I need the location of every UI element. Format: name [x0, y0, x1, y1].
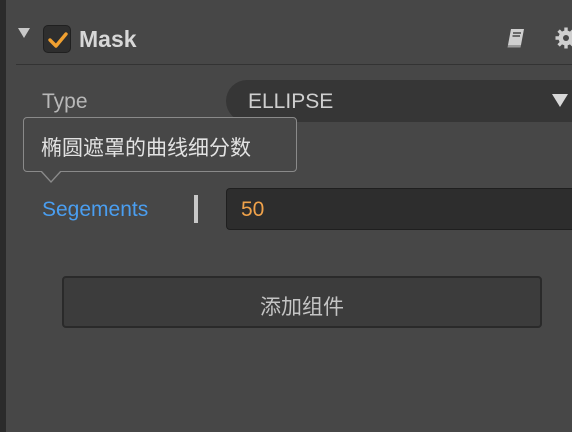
- component-title: Mask: [79, 26, 137, 52]
- chevron-down-icon: [552, 94, 568, 107]
- segments-label[interactable]: Segements: [42, 198, 148, 222]
- header-divider: [16, 64, 572, 65]
- checkmark-icon: [48, 32, 68, 48]
- collapse-arrow-icon[interactable]: [18, 28, 30, 38]
- segments-value: 50: [241, 198, 265, 221]
- component-header: Mask: [6, 0, 572, 64]
- segments-input[interactable]: 50: [226, 188, 572, 230]
- tooltip-pointer-fill: [41, 170, 61, 181]
- inspector-panel: Mask Type ELLIPSE 椭圆遮罩的曲线细分数 Segements 5…: [6, 0, 572, 432]
- enable-checkbox[interactable]: [43, 25, 71, 53]
- gear-icon[interactable]: [554, 26, 572, 55]
- add-component-label: 添加组件: [260, 296, 344, 319]
- type-label: Type: [42, 90, 88, 113]
- book-icon[interactable]: [504, 26, 528, 55]
- tooltip-text: 椭圆遮罩的曲线细分数: [41, 137, 251, 160]
- segments-drag-handle[interactable]: [194, 195, 198, 223]
- tooltip: 椭圆遮罩的曲线细分数: [23, 117, 297, 172]
- type-select-value: ELLIPSE: [248, 90, 334, 113]
- type-select[interactable]: ELLIPSE: [226, 80, 572, 122]
- add-component-button[interactable]: 添加组件: [62, 276, 542, 328]
